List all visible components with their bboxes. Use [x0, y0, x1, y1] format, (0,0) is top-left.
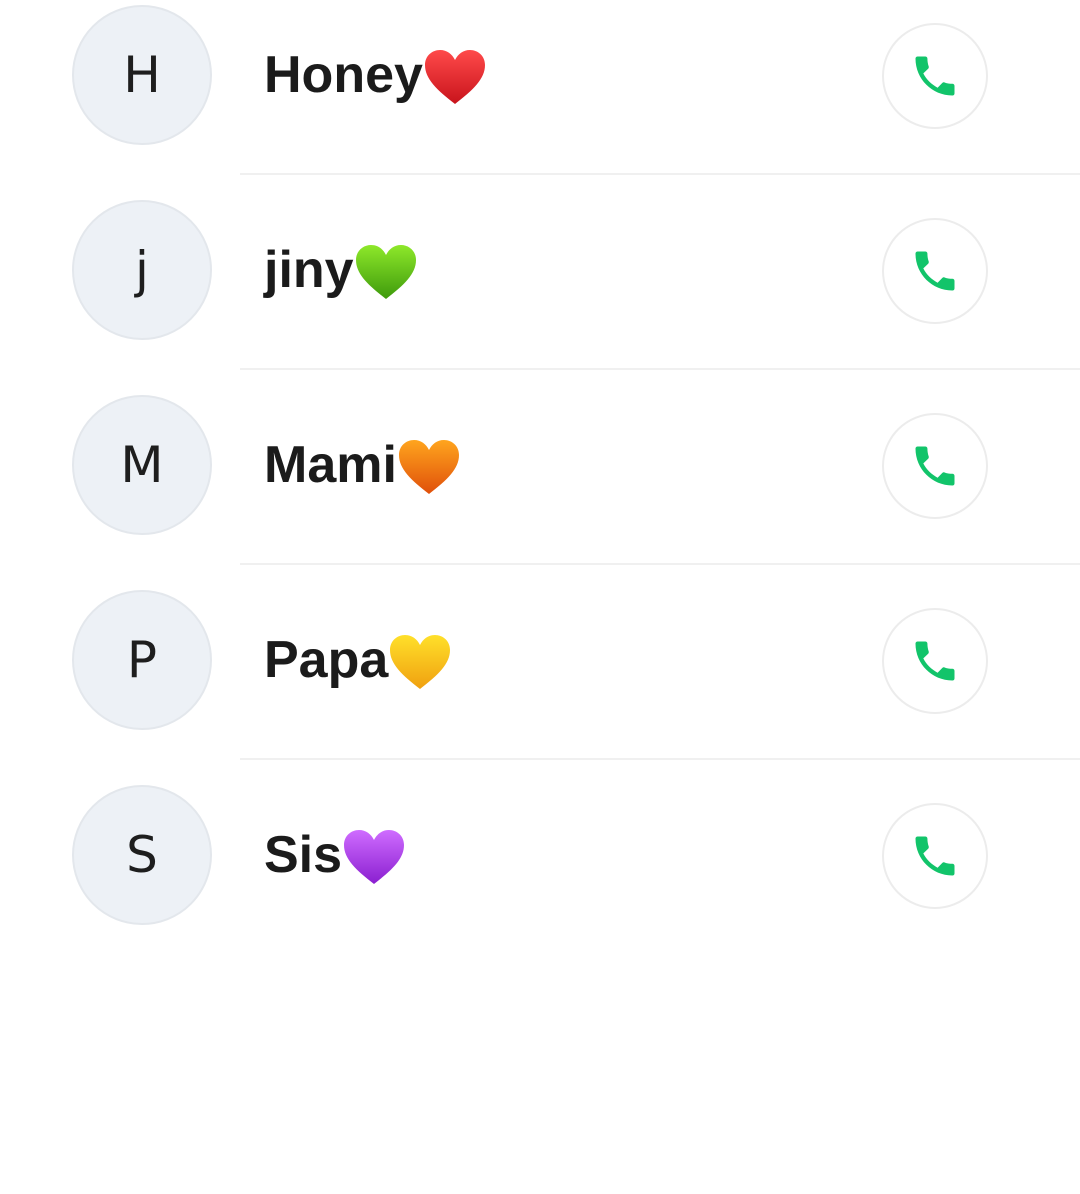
purple-heart-icon: [344, 830, 405, 884]
phone-icon: [915, 641, 955, 681]
contact-row-sis[interactable]: S Sis: [0, 780, 1080, 975]
yellow-heart-icon: [390, 635, 451, 689]
phone-icon: [915, 446, 955, 486]
contact-name-text: Honey: [264, 46, 423, 104]
contact-name-text: Sis: [264, 826, 343, 884]
divider: [240, 368, 1080, 370]
contact-name-text: Mami: [264, 436, 397, 494]
contact-name: jiny: [264, 235, 418, 305]
call-button[interactable]: [882, 413, 988, 519]
divider: [240, 173, 1080, 175]
call-button[interactable]: [882, 608, 988, 714]
contact-row-mami[interactable]: M Mami: [0, 390, 1080, 585]
contact-row-papa[interactable]: P Papa: [0, 585, 1080, 780]
avatar: M: [72, 395, 212, 535]
avatar: H: [72, 5, 212, 145]
avatar: j: [72, 200, 212, 340]
contact-name: Mami: [264, 430, 461, 500]
avatar: P: [72, 590, 212, 730]
divider: [240, 563, 1080, 565]
phone-icon: [915, 251, 955, 291]
call-button[interactable]: [882, 803, 988, 909]
phone-icon: [915, 836, 955, 876]
contact-name-text: jiny: [264, 241, 354, 299]
contact-row-jiny[interactable]: j jiny: [0, 195, 1080, 390]
contact-list: H Honey j jiny M Mami P Papa S Sis: [0, 0, 1080, 1194]
contact-name: Papa: [264, 625, 452, 695]
contact-row-honey[interactable]: H Honey: [0, 0, 1080, 195]
green-heart-icon: [355, 245, 416, 299]
contact-name: Honey: [264, 40, 487, 110]
divider: [240, 758, 1080, 760]
contact-name-text: Papa: [264, 631, 389, 689]
orange-heart-icon: [398, 440, 459, 494]
call-button[interactable]: [882, 23, 988, 129]
avatar: S: [72, 785, 212, 925]
contact-name: Sis: [264, 820, 406, 890]
phone-icon: [915, 56, 955, 96]
red-heart-icon: [424, 50, 485, 104]
call-button[interactable]: [882, 218, 988, 324]
